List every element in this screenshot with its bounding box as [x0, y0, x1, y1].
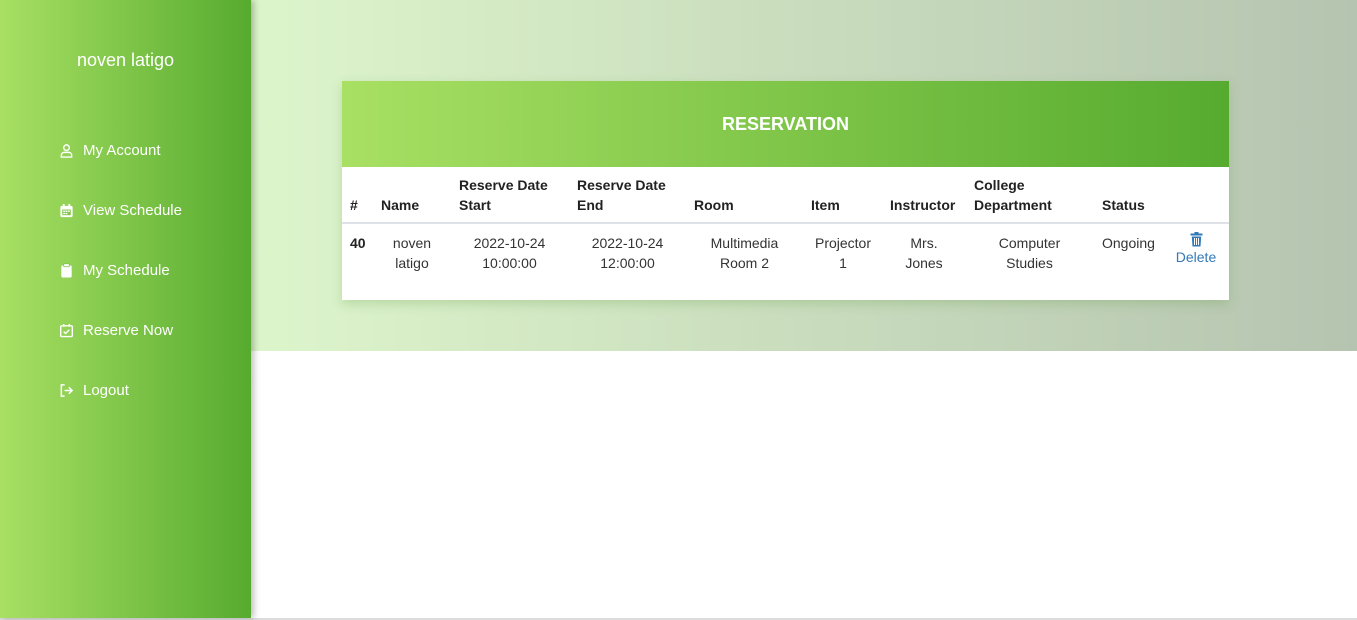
cell-end: 2022-10-24 12:00:00: [577, 233, 678, 273]
cell-status: Ongoing: [1102, 235, 1155, 251]
cell-room-line1: Multimedia: [710, 235, 779, 251]
sidebar-item-reserve-now[interactable]: Reserve Now: [59, 322, 173, 339]
reservation-card: RESERVATION # Name Reserve Date Start Re…: [342, 81, 1229, 300]
col-header-end: Reserve Date End: [577, 175, 666, 215]
user-icon: [59, 143, 74, 158]
col-header-end-line1: Reserve Date: [577, 177, 666, 193]
header-divider: [342, 222, 1229, 224]
logout-icon: [59, 383, 74, 398]
col-header-number: #: [350, 197, 358, 213]
cell-department-line2: Studies: [1006, 255, 1053, 271]
clipboard-icon: [59, 263, 74, 278]
cell-instructor-line1: Mrs.: [910, 235, 938, 251]
sidebar-item-label: View Schedule: [83, 202, 182, 219]
cell-instructor: Mrs. Jones: [890, 233, 958, 273]
cell-department-line1: Computer: [998, 235, 1061, 251]
card-title: RESERVATION: [342, 81, 1229, 167]
col-header-department: College Department: [974, 175, 1052, 215]
sidebar-user-name: noven latigo: [76, 50, 175, 70]
col-header-instructor: Instructor: [890, 197, 956, 213]
sidebar-item-label: My Account: [83, 142, 161, 159]
cell-end-time: 12:00:00: [600, 255, 655, 271]
col-header-room: Room: [694, 197, 734, 213]
cell-item: Projector 1: [809, 233, 877, 273]
col-header-start-line2: Start: [459, 197, 491, 213]
col-header-start: Reserve Date Start: [459, 175, 548, 215]
col-header-status: Status: [1102, 197, 1145, 213]
cell-start: 2022-10-24 10:00:00: [459, 233, 560, 273]
cell-room: Multimedia Room 2: [694, 233, 795, 273]
cell-name: noven latigo: [381, 233, 443, 273]
cell-item-line2: 1: [839, 255, 847, 271]
cell-end-date: 2022-10-24: [591, 235, 664, 251]
sidebar-item-my-account[interactable]: My Account: [59, 142, 161, 159]
cell-instructor-line2: Jones: [905, 255, 943, 271]
col-header-item: Item: [811, 197, 840, 213]
sidebar: noven latigo My Account View Schedule My…: [0, 0, 251, 618]
calendar-icon: [59, 203, 74, 218]
trash-icon: [1190, 232, 1203, 247]
sidebar-item-view-schedule[interactable]: View Schedule: [59, 202, 182, 219]
col-header-department-line1: College: [974, 177, 1025, 193]
delete-label: Delete: [1175, 249, 1217, 265]
cell-room-line2: Room 2: [719, 255, 770, 271]
cell-item-line1: Projector: [814, 235, 872, 251]
cell-department: Computer Studies: [974, 233, 1085, 273]
cell-start-date: 2022-10-24: [473, 235, 546, 251]
cell-id: 40: [350, 235, 366, 251]
col-header-start-line1: Reserve Date: [459, 177, 548, 193]
col-header-name: Name: [381, 197, 420, 213]
sidebar-item-label: Reserve Now: [83, 322, 174, 339]
delete-button[interactable]: Delete: [1172, 232, 1220, 267]
sidebar-item-my-schedule[interactable]: My Schedule: [59, 262, 170, 279]
cell-name-line2: latigo: [395, 255, 429, 271]
sidebar-item-logout[interactable]: Logout: [59, 382, 129, 399]
sidebar-item-label: My Schedule: [83, 262, 170, 279]
calendar-check-icon: [59, 323, 74, 338]
col-header-end-line2: End: [577, 197, 604, 213]
sidebar-item-label: Logout: [83, 382, 129, 399]
col-header-department-line2: Department: [974, 197, 1052, 213]
cell-name-line1: noven: [392, 235, 432, 251]
cell-start-time: 10:00:00: [482, 255, 537, 271]
